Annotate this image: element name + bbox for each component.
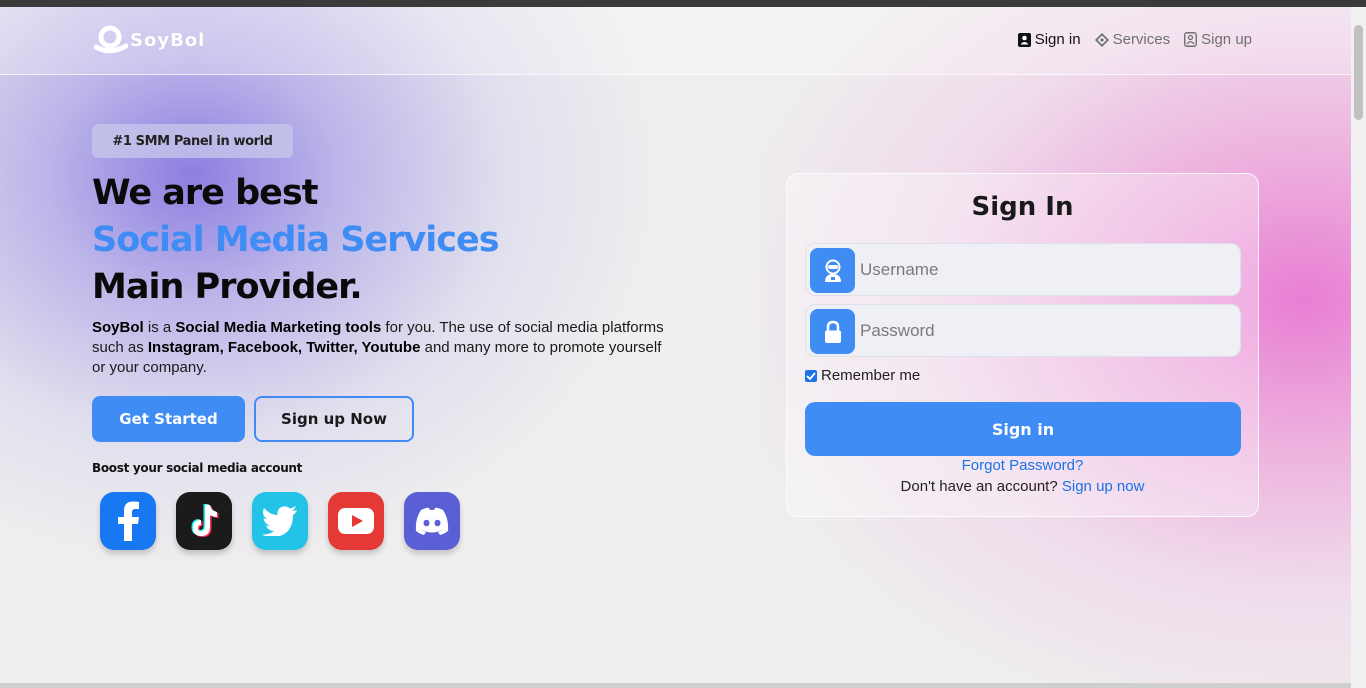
hero-description: SoyBol is a Social Media Marketing tools… — [92, 318, 672, 378]
scrollbar-thumb[interactable] — [1354, 25, 1363, 120]
navbar: SoyBol Sign in Services Sign up — [0, 7, 1351, 75]
desc-text-1: is a — [143, 319, 176, 336]
user-plus-icon — [1184, 32, 1198, 47]
desc-bold-1: Social Media Marketing tools — [175, 319, 382, 336]
sign-up-now-button[interactable]: Sign up Now — [254, 396, 414, 442]
get-started-button[interactable]: Get Started — [92, 396, 245, 442]
nav-sign-in[interactable]: Sign in — [1017, 31, 1081, 48]
no-account-text: Don't have an account? — [900, 478, 1058, 495]
forgot-password-link[interactable]: Forgot Password? — [787, 457, 1258, 474]
tiktok-icon[interactable] — [176, 492, 232, 550]
sign-up-link[interactable]: Sign up now — [1062, 478, 1145, 495]
nav-services-label: Services — [1112, 31, 1171, 48]
discord-icon[interactable] — [404, 492, 460, 550]
youtube-icon[interactable] — [328, 492, 384, 550]
user-avatar-icon — [810, 248, 855, 293]
username-input[interactable] — [860, 244, 1230, 295]
desc-bold-2: Instagram, Facebook, Twitter, Youtube — [147, 339, 421, 356]
twitter-icon[interactable] — [252, 492, 308, 550]
nav-sign-in-label: Sign in — [1034, 31, 1081, 48]
desc-brand: SoyBol — [92, 319, 144, 336]
password-field — [805, 304, 1241, 357]
browser-top-strip — [0, 0, 1366, 7]
remember-me: Remember me — [805, 367, 920, 384]
social-icons — [100, 492, 460, 550]
facebook-icon[interactable] — [100, 492, 156, 550]
brand-logo[interactable]: SoyBol — [93, 25, 206, 55]
user-badge-icon — [1017, 32, 1031, 47]
nav-sign-up-label: Sign up — [1201, 31, 1252, 48]
main-nav: Sign in Services Sign up — [1017, 31, 1252, 48]
sign-in-submit-button[interactable]: Sign in — [805, 402, 1241, 456]
hero-title-line2: Social Media Services — [92, 220, 500, 260]
diamond-icon — [1094, 32, 1109, 47]
brand-name: SoyBol — [130, 29, 206, 51]
no-account-row: Don't have an account? Sign up now — [787, 478, 1258, 495]
password-input[interactable] — [860, 305, 1230, 356]
hero-badge: #1 SMM Panel in world — [92, 124, 293, 158]
sign-in-title: Sign In — [971, 192, 1074, 222]
hero-title-line3: Main Provider. — [92, 267, 363, 307]
hero-title: We are best Social Media Services Main P… — [92, 170, 500, 311]
page-scrollbar[interactable] — [1351, 7, 1366, 688]
logo-mark-icon — [93, 25, 129, 55]
browser-bottom-strip — [0, 683, 1351, 688]
hero-title-line1: We are best — [92, 173, 318, 213]
nav-sign-up[interactable]: Sign up — [1184, 31, 1252, 48]
remember-label: Remember me — [821, 367, 921, 384]
sign-in-card: Sign In Remember me Sign in Forgot Passw… — [786, 173, 1259, 517]
boost-label: Boost your social media account — [92, 461, 303, 475]
page-viewport: SoyBol Sign in Services Sign up #1 SMM P… — [0, 7, 1351, 683]
remember-checkbox[interactable] — [805, 369, 817, 382]
username-field — [805, 243, 1241, 296]
nav-services[interactable]: Services — [1094, 31, 1171, 48]
lock-icon — [810, 309, 855, 354]
